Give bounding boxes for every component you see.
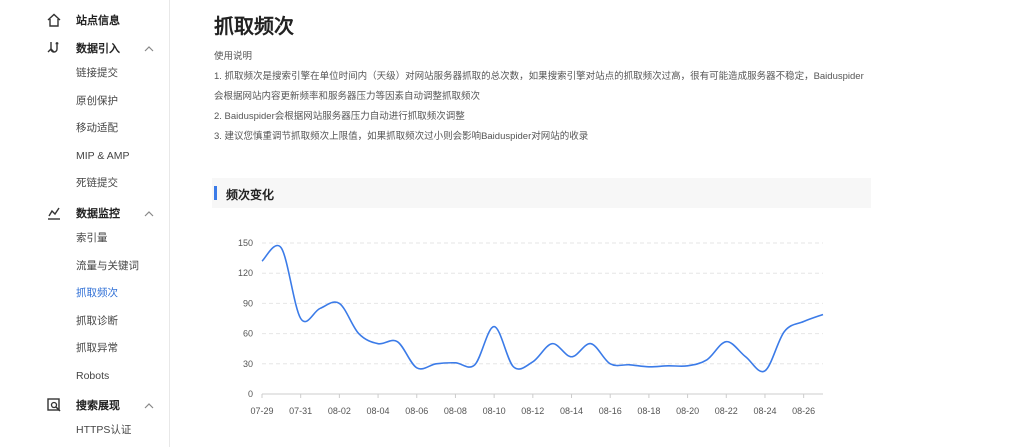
home-icon <box>46 12 62 28</box>
sidebar-item[interactable]: HTTPS认证 <box>76 420 131 440</box>
y-tick-label: 90 <box>243 298 253 308</box>
data-point <box>474 364 476 366</box>
chevron-up-icon[interactable] <box>143 42 155 54</box>
y-tick-label: 60 <box>243 329 253 339</box>
data-point <box>706 359 708 361</box>
x-tick-label: 08-26 <box>792 406 815 416</box>
data-point <box>667 365 669 367</box>
data-point <box>648 366 650 368</box>
y-tick-label: 150 <box>238 238 253 248</box>
x-tick-label: 08-20 <box>676 406 699 416</box>
data-point <box>609 363 611 365</box>
chevron-up-icon[interactable] <box>143 207 155 219</box>
data-point <box>454 362 456 364</box>
data-point <box>783 331 785 333</box>
data-monitor-icon <box>46 205 62 221</box>
sidebar-group-3[interactable]: 搜索展现 <box>0 391 170 419</box>
data-point <box>493 326 495 328</box>
sidebar-group-1[interactable]: 数据引入 <box>0 34 170 62</box>
sidebar-item[interactable]: 移动适配 <box>76 118 118 138</box>
data-point <box>629 364 631 366</box>
sidebar-item[interactable]: 抓取异常 <box>76 338 118 358</box>
data-import-icon <box>46 40 62 56</box>
sidebar: 站点信息数据引入链接提交原创保护移动适配 MIP & AMP 死链提交数据监控索引量… <box>0 0 170 447</box>
data-point <box>590 343 592 345</box>
y-tick-label: 120 <box>238 268 253 278</box>
y-tick-label: 0 <box>248 389 253 399</box>
data-point <box>512 366 514 368</box>
sidebar-group-2[interactable]: 数据监控 <box>0 199 170 227</box>
data-point <box>261 260 263 262</box>
x-tick-label: 08-24 <box>753 406 776 416</box>
data-point <box>300 318 302 320</box>
search-display-icon <box>46 397 62 413</box>
crawl-frequency-chart: 0 30 60 90 120 150 07-29 07-31 08-02 08-04 08-06 08… <box>238 238 824 416</box>
sidebar-item[interactable]: 流量与关键词 <box>76 256 139 276</box>
x-tick-label: 08-04 <box>367 406 390 416</box>
data-point <box>396 341 398 343</box>
data-point <box>687 365 689 367</box>
data-point <box>338 302 340 304</box>
x-tick-label: 08-10 <box>483 406 506 416</box>
data-point <box>822 313 824 315</box>
x-tick-label: 08-02 <box>328 406 351 416</box>
x-tick-label: 08-14 <box>560 406 583 416</box>
sidebar-item[interactable]: 抓取诊断 <box>76 311 118 331</box>
x-tick-label: 07-31 <box>289 406 312 416</box>
data-point <box>358 333 360 335</box>
data-point <box>725 341 727 343</box>
sidebar-item[interactable]: 死链提交 <box>76 173 118 193</box>
app-root: { "sidebar": { "groups": [ {"label": "站点… <box>0 0 1024 447</box>
sidebar-group-0[interactable]: 站点信息 <box>0 6 170 34</box>
chevron-up-icon[interactable] <box>143 399 155 411</box>
sidebar-group-label: 搜索展现 <box>76 400 120 412</box>
x-tick-label: 07-29 <box>250 406 273 416</box>
data-point <box>319 307 321 309</box>
x-tick-label: 08-08 <box>444 406 467 416</box>
data-point <box>377 343 379 345</box>
data-point <box>435 363 437 365</box>
y-tick-label: 30 <box>243 359 253 369</box>
x-tick-label: 08-16 <box>599 406 622 416</box>
data-point <box>571 356 573 358</box>
sidebar-item[interactable]: MIP & AMP <box>76 146 130 166</box>
data-point <box>764 370 766 372</box>
main-content: 抓取频次 使用说明 1. 抓取频次是搜索引擎在单位时间内（天级）对网站服务器抓取… <box>171 0 1024 447</box>
data-point <box>551 343 553 345</box>
sidebar-group-label: 数据引入 <box>76 43 120 55</box>
sidebar-item[interactable]: 抓取频次 <box>76 283 118 303</box>
data-point <box>803 321 805 323</box>
x-tick-label: 08-18 <box>637 406 660 416</box>
data-point <box>532 361 534 363</box>
data-point <box>745 356 747 358</box>
x-tick-label: 08-12 <box>521 406 544 416</box>
x-tick-label: 08-22 <box>715 406 738 416</box>
sidebar-group-label: 站点信息 <box>76 15 120 27</box>
data-point <box>416 367 418 369</box>
sidebar-item[interactable]: 原创保护 <box>76 91 118 111</box>
sidebar-item[interactable]: Robots <box>76 366 109 386</box>
data-point <box>280 247 282 249</box>
series-line <box>261 244 824 373</box>
x-tick-label: 08-06 <box>405 406 428 416</box>
sidebar-item[interactable]: 链接提交 <box>76 63 118 83</box>
sidebar-group-label: 数据监控 <box>76 208 120 220</box>
sidebar-item[interactable]: 索引量 <box>76 228 108 248</box>
